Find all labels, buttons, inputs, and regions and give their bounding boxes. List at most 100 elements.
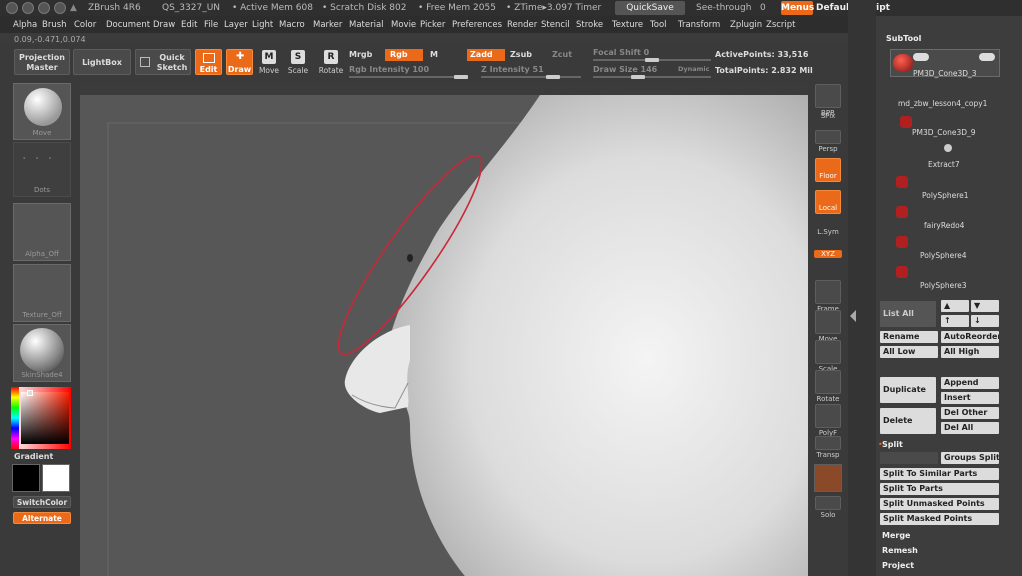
groups-split-button[interactable]: Groups Split: [941, 452, 999, 464]
secondary-color-swatch[interactable]: [42, 464, 70, 492]
transp-button[interactable]: Transp: [814, 436, 842, 459]
subtool-item[interactable]: PolySphere4: [876, 234, 1022, 264]
material-swatch[interactable]: [814, 464, 842, 492]
subtool-header[interactable]: SubTool: [886, 34, 921, 43]
main-color-swatch[interactable]: [12, 464, 40, 492]
draw-size-slider[interactable]: Draw Size 146: [593, 65, 657, 74]
merge-section-header[interactable]: Merge: [882, 531, 910, 540]
persp-button[interactable]: Persp: [814, 130, 842, 153]
rgb-intensity-slider[interactable]: Rgb Intensity 100: [349, 65, 429, 74]
tray-collapse-icon[interactable]: [850, 310, 856, 322]
rotate-tool[interactable]: R Rotate: [316, 50, 346, 75]
texture-thumbnail[interactable]: Texture_Off: [13, 264, 71, 322]
menu-light[interactable]: Light: [252, 20, 273, 30]
menu-preferences[interactable]: Preferences: [452, 20, 502, 30]
delete-button[interactable]: Delete: [880, 408, 936, 434]
scale-view-button[interactable]: Scale: [814, 340, 842, 373]
remesh-section-header[interactable]: Remesh: [882, 546, 918, 555]
zadd-button[interactable]: Zadd: [467, 49, 505, 61]
menu-zscript[interactable]: Zscript: [766, 20, 796, 30]
menu-material[interactable]: Material: [349, 20, 384, 30]
local-button[interactable]: Local: [814, 190, 842, 215]
subtool-item-selected[interactable]: PM3D_Cone3D_3: [890, 49, 1000, 78]
draw-button[interactable]: ✚ Draw: [226, 49, 253, 75]
quick-sketch-button[interactable]: Quick Sketch: [135, 49, 191, 75]
alternate-button[interactable]: Alternate: [13, 512, 71, 524]
zsub-button[interactable]: Zsub: [510, 50, 532, 59]
menu-render[interactable]: Render: [507, 20, 537, 30]
menu-edit[interactable]: Edit: [181, 20, 197, 30]
split-similar-button[interactable]: Split To Similar Parts: [880, 468, 999, 480]
split-section-header[interactable]: Split: [882, 440, 903, 449]
menu-document[interactable]: Document: [106, 20, 150, 30]
duplicate-button[interactable]: Duplicate: [880, 377, 936, 403]
split-parts-button[interactable]: Split To Parts: [880, 483, 999, 495]
gradient-label[interactable]: Gradient: [14, 452, 53, 461]
subtool-item[interactable]: md_zbw_lesson4_copy1: [876, 82, 1022, 112]
menu-tool[interactable]: Tool: [650, 20, 667, 30]
hue-strip[interactable]: [11, 387, 19, 449]
menu-marker[interactable]: Marker: [313, 20, 342, 30]
rename-button[interactable]: Rename: [880, 331, 938, 343]
dynamic-button[interactable]: Dynamic: [678, 65, 710, 73]
scale-tool[interactable]: S Scale: [283, 50, 313, 75]
z-intensity-slider[interactable]: Z Intensity 51: [481, 65, 544, 74]
subtool-item[interactable]: fairyRedo4: [876, 204, 1022, 234]
rgb-intensity-knob[interactable]: [454, 75, 468, 79]
switchcolor-button[interactable]: SwitchColor: [13, 496, 71, 508]
m-button[interactable]: M: [430, 50, 438, 59]
quicksave-button[interactable]: QuickSave: [615, 1, 685, 15]
projection-master-button[interactable]: Projection Master: [14, 49, 70, 75]
viewport[interactable]: [80, 95, 808, 576]
see-through-label[interactable]: See-through: [696, 3, 751, 13]
insert-button[interactable]: Insert: [941, 392, 999, 404]
window-restore-icon[interactable]: [54, 2, 66, 14]
mrgb-button[interactable]: Mrgb: [349, 50, 372, 59]
spix-button[interactable]: SPix: [814, 112, 842, 120]
brush-thumbnail[interactable]: Move: [13, 83, 71, 140]
zcut-button[interactable]: Zcut: [552, 50, 572, 59]
menu-texture[interactable]: Texture: [612, 20, 643, 30]
color-picker[interactable]: [11, 387, 71, 449]
document-canvas[interactable]: [80, 95, 808, 576]
append-button[interactable]: Append: [941, 377, 999, 389]
menu-picker[interactable]: Picker: [420, 20, 445, 30]
split-masked-button[interactable]: Split Masked Points: [880, 513, 999, 525]
polyf-button[interactable]: PolyF: [814, 404, 842, 437]
subtool-item[interactable]: Extract7: [876, 144, 1022, 174]
menu-zplugin[interactable]: Zplugin: [730, 20, 762, 30]
material-thumbnail[interactable]: SkinShade4: [13, 324, 71, 382]
move-down-group-icon[interactable]: ↓: [971, 315, 999, 327]
window-close-icon[interactable]: [6, 2, 18, 14]
stroke-thumbnail[interactable]: · · · Dots: [13, 142, 71, 197]
subtool-item[interactable]: PM3D_Cone3D_9: [876, 114, 1022, 152]
autoreorder-button[interactable]: AutoReorder: [941, 331, 999, 343]
del-all-button[interactable]: Del All: [941, 422, 999, 434]
move-down-icon[interactable]: ▼: [971, 300, 999, 312]
del-other-button[interactable]: Del Other: [941, 407, 999, 419]
xyz-button[interactable]: XYZ: [814, 250, 842, 258]
subtool-item[interactable]: PolySphere3: [876, 264, 1022, 294]
focal-shift-knob[interactable]: [645, 58, 659, 62]
edit-button[interactable]: Edit: [195, 49, 222, 75]
frame-button[interactable]: Frame: [814, 280, 842, 313]
solo-button[interactable]: Solo: [814, 496, 842, 519]
rgb-button[interactable]: Rgb: [385, 49, 423, 61]
menu-stroke[interactable]: Stroke: [576, 20, 603, 30]
project-section-header[interactable]: Project: [882, 561, 914, 570]
color-cursor-icon[interactable]: [27, 390, 33, 396]
visibility-eye-icon[interactable]: [979, 53, 995, 61]
window-maximize-icon[interactable]: [38, 2, 50, 14]
menu-movie[interactable]: Movie: [391, 20, 416, 30]
menu-brush[interactable]: Brush: [42, 20, 67, 30]
floor-button[interactable]: Floor: [814, 158, 842, 183]
color-square[interactable]: [21, 392, 69, 444]
move-view-button[interactable]: Move: [814, 310, 842, 343]
menu-color[interactable]: Color: [74, 20, 96, 30]
all-low-button[interactable]: All Low: [880, 346, 938, 358]
list-all-button[interactable]: List All: [880, 301, 936, 327]
menu-stencil[interactable]: Stencil: [541, 20, 570, 30]
alpha-thumbnail[interactable]: Alpha_Off: [13, 203, 71, 261]
menu-macro[interactable]: Macro: [279, 20, 305, 30]
menu-transform[interactable]: Transform: [678, 20, 720, 30]
